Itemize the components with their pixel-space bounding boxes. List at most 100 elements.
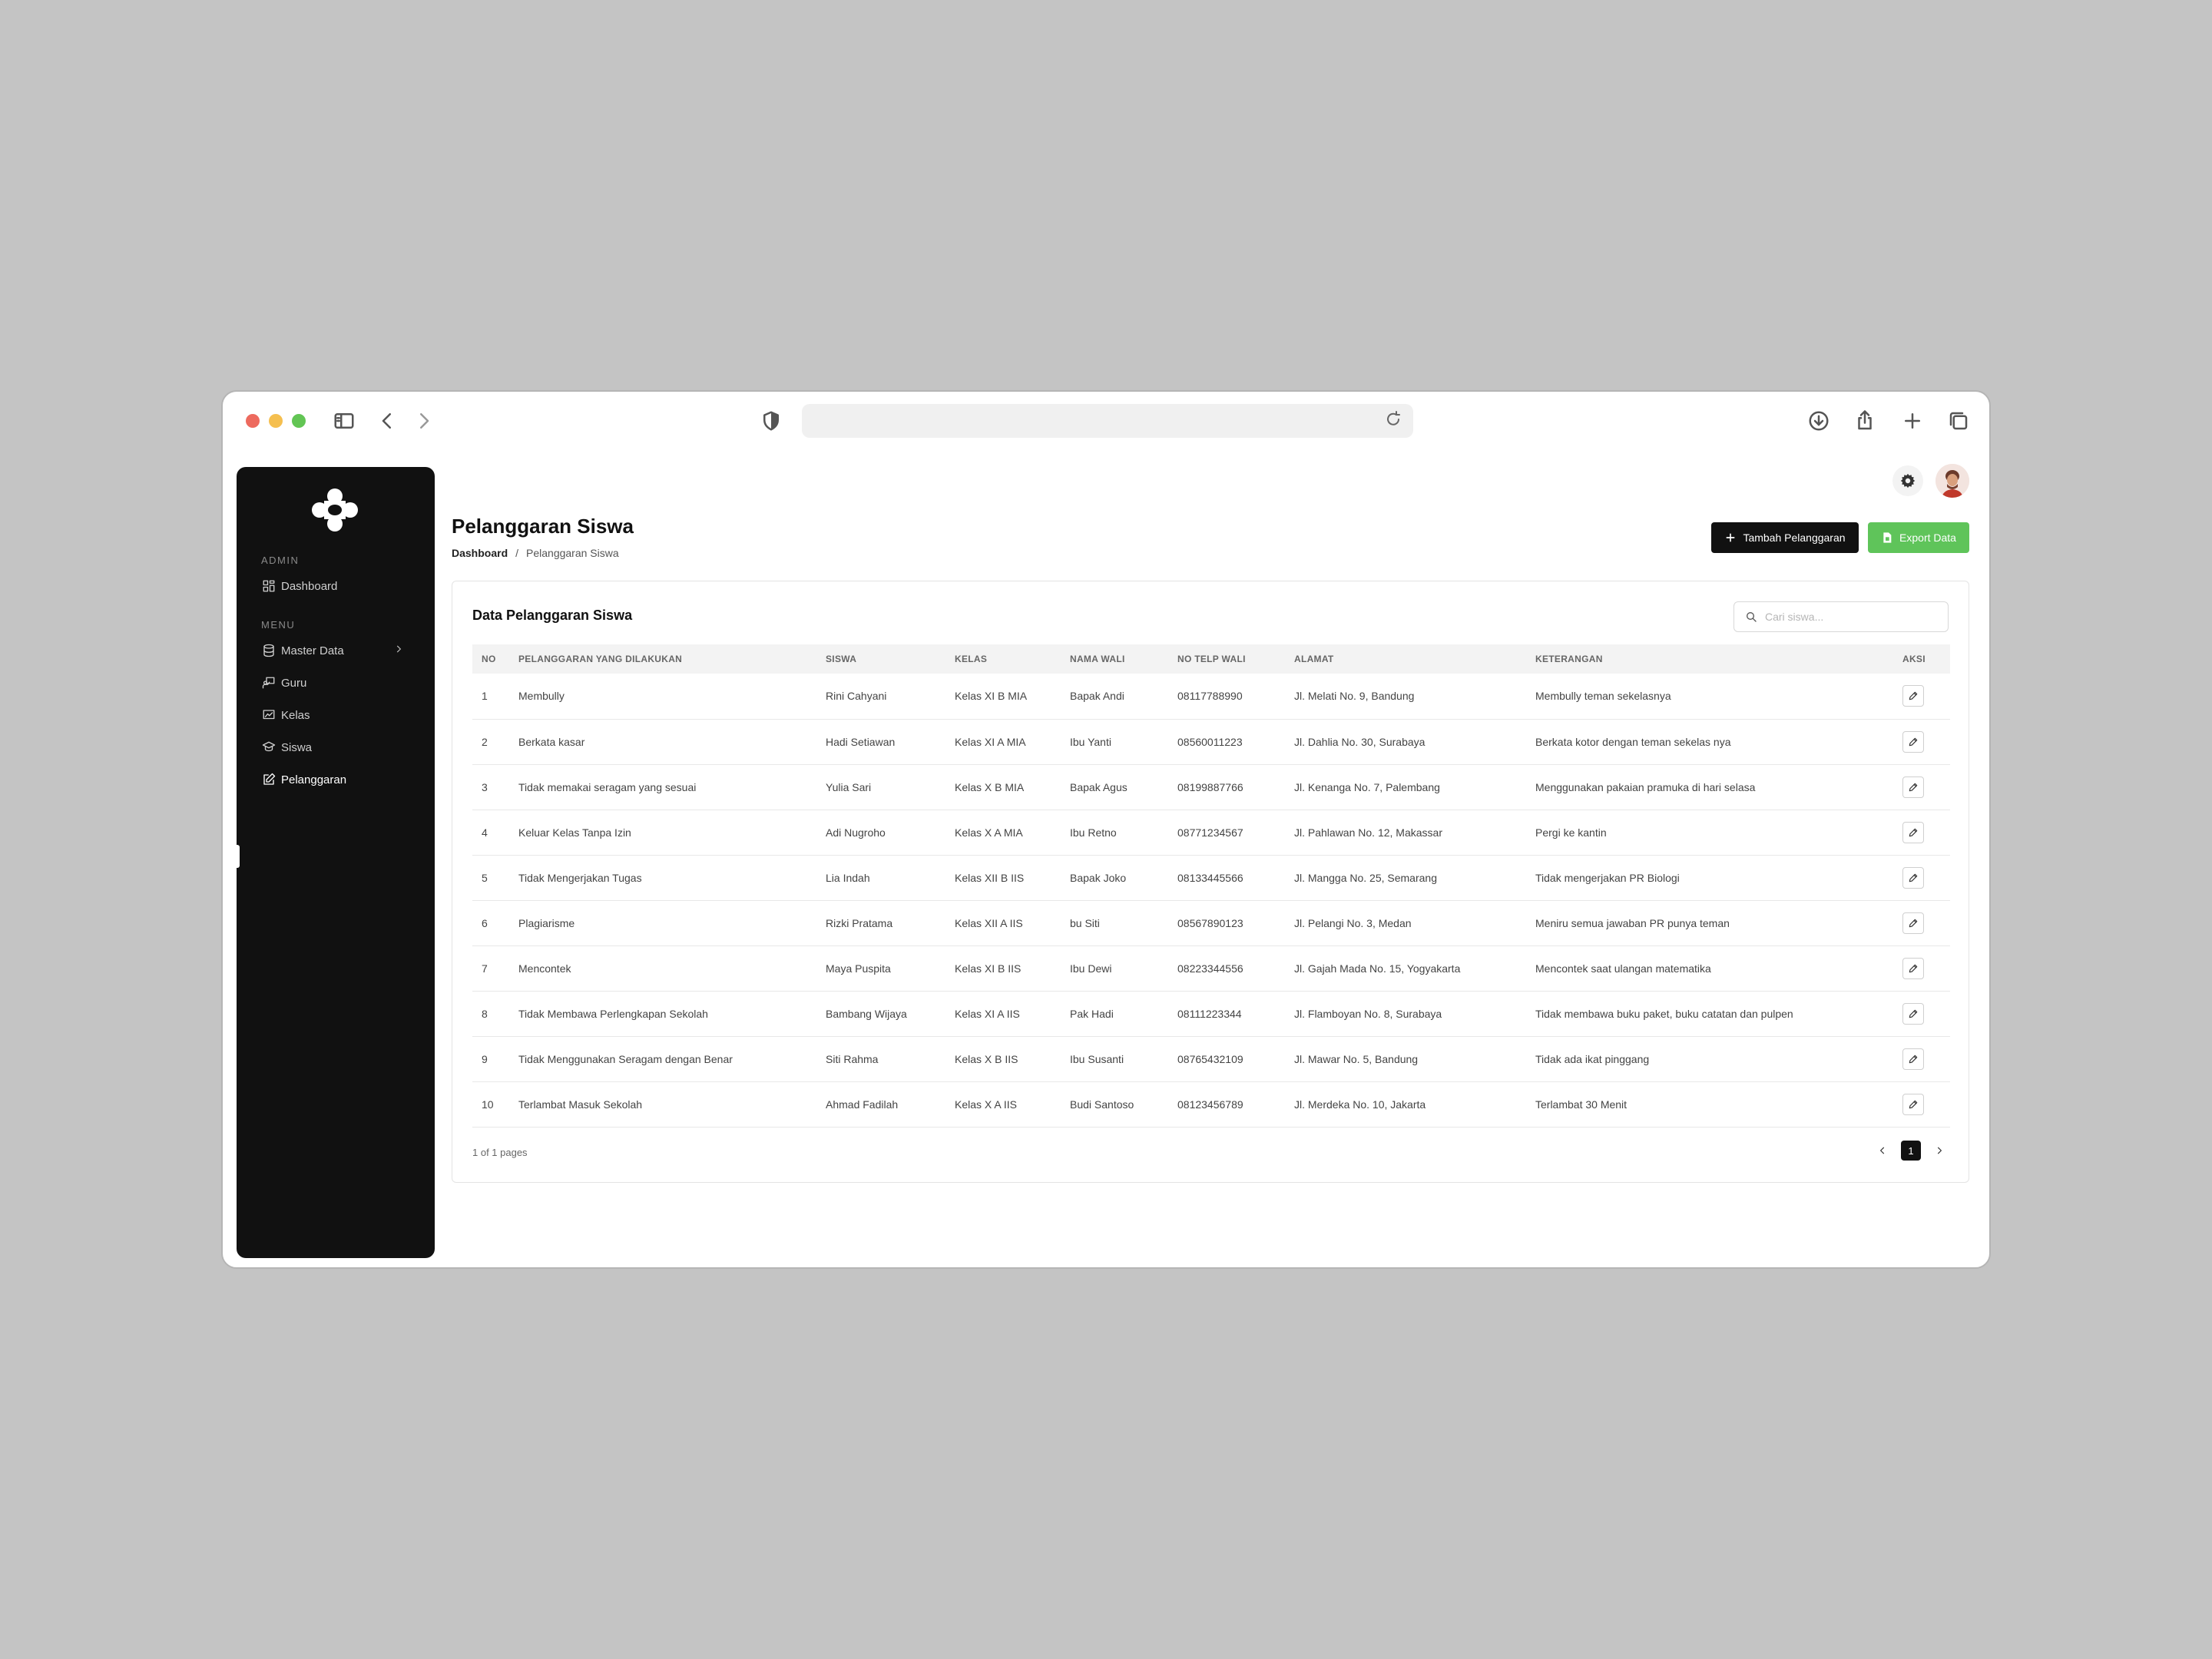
back-icon[interactable] (373, 407, 401, 435)
sidebar-item-guru[interactable]: Guru (261, 670, 415, 696)
forward-icon[interactable] (410, 407, 438, 435)
prev-page-button[interactable] (1875, 1143, 1890, 1158)
student-cell: Ahmad Fadilah (826, 1098, 899, 1111)
address-cell: Jl. Mawar No. 5, Bandung (1294, 1052, 1419, 1065)
table-header-row: NO PELANGGARAN YANG DILAKUKAN SISWA KELA… (472, 644, 1950, 674)
sidebar-item-pelanggaran[interactable]: Pelanggaran (261, 767, 415, 793)
row-number: 4 (482, 826, 488, 839)
shield-icon[interactable] (757, 407, 785, 435)
action-cell (1893, 991, 1950, 1036)
student-icon (261, 740, 276, 755)
row-number: 3 (482, 780, 488, 793)
database-icon (261, 643, 276, 658)
close-window-button[interactable] (246, 414, 260, 428)
row-number: 7 (482, 962, 488, 975)
guardian-cell: Ibu Susanti (1070, 1052, 1124, 1065)
edit-button[interactable] (1902, 1002, 1924, 1025)
student-cell: Yulia Sari (826, 780, 872, 793)
edit-button[interactable] (1902, 821, 1924, 843)
address-cell: Jl. Gajah Mada No. 15, Yogyakarta (1294, 962, 1461, 975)
class-cell: Kelas XI B IIS (955, 962, 1022, 975)
sidebar-item-label: Siswa (281, 740, 313, 754)
sidebar-item-master-data[interactable]: Master Data (261, 637, 415, 664)
chevron-left-icon (1879, 1147, 1885, 1154)
note-cell: Pergi ke kantin (1535, 826, 1607, 839)
row-number: 9 (482, 1052, 488, 1065)
maximize-window-button[interactable] (292, 414, 306, 428)
student-cell: Siti Rahma (826, 1052, 879, 1065)
table-row: 7 Mencontek Maya Puspita Kelas XI B IIS Ibu … (472, 945, 1950, 991)
browser-toolbar (223, 392, 1989, 453)
breadcrumb-current: Pelanggaran Siswa (526, 547, 619, 559)
page-number-button[interactable]: 1 (1901, 1141, 1921, 1161)
avatar[interactable] (1936, 464, 1969, 498)
pagination-info: 1 of 1 pages (472, 1147, 528, 1158)
sidebar-item-siswa[interactable]: Siswa (261, 734, 415, 760)
edit-button[interactable] (1902, 685, 1924, 707)
row-number: 5 (482, 871, 488, 884)
guardian-cell: Budi Santoso (1070, 1098, 1134, 1111)
search-input[interactable] (1765, 611, 1934, 623)
sidebar-item-dashboard[interactable]: Dashboard (261, 573, 415, 599)
add-violation-label: Tambah Pelanggaran (1743, 531, 1846, 544)
add-violation-button[interactable]: Tambah Pelanggaran (1711, 522, 1859, 553)
pencil-icon (1909, 1100, 1918, 1108)
note-cell: Membully teman sekelasnya (1535, 690, 1671, 703)
settings-button[interactable] (1892, 465, 1923, 496)
reload-icon[interactable] (1384, 410, 1406, 432)
edit-button[interactable] (1902, 957, 1924, 979)
guardian-cell: Ibu Dewi (1070, 962, 1112, 975)
breadcrumb-dashboard-link[interactable]: Dashboard (452, 547, 508, 559)
sidebar-item-label: Kelas (281, 708, 310, 722)
edit-button[interactable] (1902, 730, 1924, 753)
edit-button[interactable] (1902, 912, 1924, 934)
row-number: 6 (482, 916, 488, 929)
student-cell: Bambang Wijaya (826, 1007, 907, 1020)
teacher-icon (261, 675, 276, 690)
breadcrumb-separator: / (515, 547, 519, 559)
guardian-phone-cell: 08223344556 (1177, 962, 1243, 975)
edit-note-icon (261, 772, 276, 787)
search-box[interactable] (1734, 601, 1949, 632)
edit-button[interactable] (1902, 1048, 1924, 1070)
tab-overview-icon[interactable] (1945, 407, 1972, 435)
address-cell: Jl. Pelangi No. 3, Medan (1294, 916, 1412, 929)
sidebar-toggle-icon[interactable] (330, 407, 358, 435)
next-page-button[interactable] (1932, 1143, 1947, 1158)
student-cell: Adi Nugroho (826, 826, 886, 839)
spreadsheet-icon (1883, 532, 1892, 543)
action-cell (1893, 764, 1950, 810)
action-cell (1893, 945, 1950, 991)
guardian-cell: Bapak Agus (1070, 780, 1128, 793)
app-logo[interactable] (310, 487, 359, 533)
student-cell: Hadi Setiawan (826, 735, 896, 748)
chevron-right-icon (1937, 1147, 1942, 1154)
edit-button[interactable] (1902, 866, 1924, 889)
guardian-cell: Ibu Yanti (1070, 735, 1111, 748)
export-data-button[interactable]: Export Data (1868, 522, 1969, 553)
column-header: AKSI (1902, 654, 1926, 664)
guardian-phone-cell: 08117788990 (1177, 690, 1243, 703)
class-cell: Kelas XI B MIA (955, 690, 1028, 703)
violations-table: NO PELANGGARAN YANG DILAKUKAN SISWA KELA… (472, 644, 1950, 1128)
new-tab-icon[interactable] (1899, 407, 1926, 435)
share-icon[interactable] (1851, 407, 1879, 435)
class-cell: Kelas X A MIA (955, 826, 1023, 839)
sidebar: ADMIN Dashboard MENU Master Data Guru Ke… (237, 467, 435, 1258)
guardian-phone-cell: 08199887766 (1177, 780, 1243, 793)
class-cell: Kelas XI A MIA (955, 735, 1026, 748)
table-row: 2 Berkata kasar Hadi Setiawan Kelas XI A MI… (472, 719, 1950, 764)
address-bar[interactable] (802, 404, 1413, 438)
sidebar-item-kelas[interactable]: Kelas (261, 702, 415, 728)
edit-button[interactable] (1902, 776, 1924, 798)
breadcrumb: Dashboard / Pelanggaran Siswa (452, 547, 619, 559)
minimize-window-button[interactable] (269, 414, 283, 428)
table-row: 6 Plagiarisme Rizki Pratama Kelas XII A IIS… (472, 900, 1950, 945)
edit-button[interactable] (1902, 1093, 1924, 1115)
download-icon[interactable] (1805, 407, 1833, 435)
violation-cell: Berkata kasar (518, 735, 585, 748)
sidebar-item-label: Master Data (281, 644, 344, 657)
action-cell (1893, 674, 1950, 719)
table-row: 5 Tidak Mengerjakan Tugas Lia Indah Kelas X… (472, 855, 1950, 900)
address-cell: Jl. Merdeka No. 10, Jakarta (1294, 1098, 1426, 1111)
